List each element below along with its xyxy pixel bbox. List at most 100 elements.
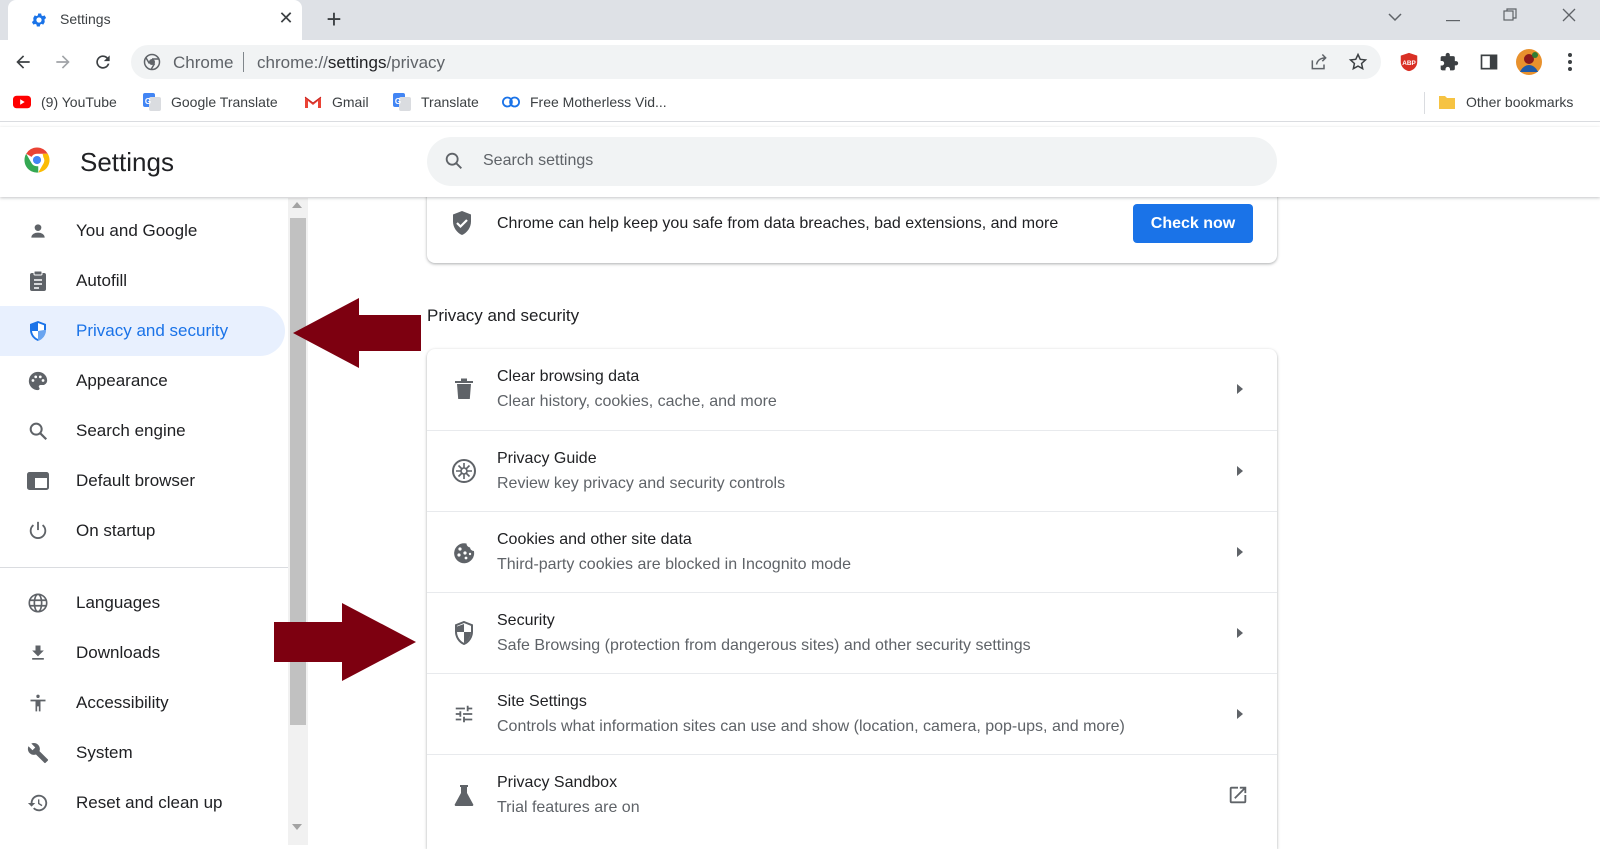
back-button[interactable]	[9, 48, 37, 76]
address-bar[interactable]: Chrome chrome://settings/privacy	[131, 45, 1381, 79]
settings-header: Settings	[0, 127, 1600, 197]
bookmarks-bar: (9) YouTube G Google Translate Gmail G T…	[0, 84, 1600, 122]
sidebar-item-languages[interactable]: Languages	[0, 578, 285, 628]
accessibility-icon	[26, 691, 50, 715]
clipboard-icon	[26, 269, 50, 293]
browser-window-icon	[26, 469, 50, 493]
annotation-arrow-right-icon	[274, 603, 416, 681]
bookmark-google-translate[interactable]: G Google Translate	[143, 93, 278, 111]
browser-toolbar: Chrome chrome://settings/privacy ABP	[0, 40, 1600, 84]
close-tab-icon[interactable]: ✕	[276, 8, 296, 28]
tab-strip: Settings ✕ +	[0, 0, 1600, 40]
sidebar-item-on-startup[interactable]: On startup	[0, 506, 285, 556]
svg-text:ABP: ABP	[1402, 60, 1416, 67]
reload-icon	[96, 55, 110, 69]
extensions-button[interactable]	[1435, 48, 1463, 76]
tab-settings[interactable]: Settings ✕	[8, 0, 302, 40]
safety-check-text: Chrome can help keep you safe from data …	[497, 215, 1059, 232]
row-cookies-and-site-data[interactable]: Cookies and other site data Third-party …	[427, 511, 1277, 592]
svg-text:G: G	[395, 97, 401, 106]
sidebar-item-accessibility[interactable]: Accessibility	[0, 678, 285, 728]
privacy-settings-list: Clear browsing data Clear history, cooki…	[427, 349, 1277, 849]
share-icon	[1311, 53, 1327, 70]
palette-icon	[26, 369, 50, 393]
restore-icon[interactable]	[1497, 6, 1523, 30]
youtube-icon	[13, 93, 31, 111]
bookmark-video-site[interactable]: Free Motherless Vid...	[502, 93, 667, 111]
sidebar-item-downloads[interactable]: Downloads	[0, 628, 285, 678]
person-icon	[26, 219, 50, 243]
window-close-icon[interactable]	[1556, 6, 1582, 30]
tune-icon	[451, 701, 477, 727]
trash-icon	[451, 376, 477, 402]
annotation-arrow-left-icon	[293, 298, 421, 368]
history-icon	[26, 791, 50, 815]
security-shield-icon	[451, 620, 477, 646]
chevron-right-icon	[1237, 384, 1243, 394]
puzzle-icon	[1440, 52, 1459, 71]
tab-title: Settings	[60, 11, 111, 27]
sidebar-item-autofill[interactable]: Autofill	[0, 256, 285, 306]
adblock-icon: ABP	[1400, 52, 1418, 72]
row-security[interactable]: Security Safe Browsing (protection from …	[427, 592, 1277, 673]
new-tab-button[interactable]: +	[320, 6, 348, 34]
scroll-down-arrow-icon[interactable]	[292, 824, 302, 830]
forward-button[interactable]	[49, 48, 77, 76]
settings-main: Chrome can help keep you safe from data …	[308, 187, 1600, 849]
forward-arrow-icon	[56, 55, 70, 69]
translate-icon: G	[393, 93, 411, 111]
folder-icon	[1438, 93, 1456, 111]
shield-icon	[26, 319, 50, 343]
compass-icon	[451, 458, 477, 484]
row-clear-browsing-data[interactable]: Clear browsing data Clear history, cooki…	[427, 349, 1277, 430]
sidebar-item-system[interactable]: System	[0, 728, 285, 778]
chevron-right-icon	[1237, 709, 1243, 719]
bookmark-gmail[interactable]: Gmail	[304, 93, 369, 111]
video-site-icon	[502, 93, 520, 111]
chevron-right-icon	[1237, 628, 1243, 638]
omnibox-separator	[243, 52, 244, 72]
check-now-button[interactable]: Check now	[1133, 204, 1253, 243]
scroll-up-arrow-icon[interactable]	[292, 202, 302, 208]
back-arrow-icon	[16, 55, 30, 69]
search-input[interactable]	[483, 148, 1183, 174]
sidebar-item-you-and-google[interactable]: You and Google	[0, 206, 285, 256]
adblock-extension-button[interactable]: ABP	[1395, 48, 1423, 76]
gmail-icon	[304, 93, 322, 111]
share-button[interactable]	[1307, 50, 1331, 74]
row-site-settings[interactable]: Site Settings Controls what information …	[427, 673, 1277, 754]
svg-text:G: G	[145, 97, 151, 106]
menu-button[interactable]	[1556, 48, 1584, 76]
section-title: Privacy and security	[427, 306, 580, 325]
sidebar-item-appearance[interactable]: Appearance	[0, 356, 285, 406]
side-panel-button[interactable]	[1475, 48, 1503, 76]
bookmark-star-button[interactable]	[1346, 50, 1370, 74]
sidebar-item-reset-and-clean-up[interactable]: Reset and clean up	[0, 778, 285, 828]
star-icon	[1348, 52, 1368, 71]
settings-sidebar: You and Google Autofill Privacy and secu…	[0, 198, 288, 845]
sidebar-item-privacy-and-security[interactable]: Privacy and security	[0, 306, 285, 356]
settings-search-box[interactable]	[427, 137, 1277, 186]
google-translate-icon: G	[143, 93, 161, 111]
side-panel-icon	[1480, 54, 1498, 70]
reload-button[interactable]	[89, 48, 117, 76]
page-title: Settings	[80, 147, 174, 177]
profile-button[interactable]	[1515, 48, 1543, 76]
omnibox-site-label: Chrome	[173, 53, 234, 72]
sidebar-item-search-engine[interactable]: Search engine	[0, 406, 285, 456]
minimize-icon[interactable]	[1440, 6, 1466, 30]
bookmarks-separator	[1424, 92, 1425, 114]
row-privacy-guide[interactable]: Privacy Guide Review key privacy and sec…	[427, 430, 1277, 511]
tab-search-icon[interactable]	[1382, 6, 1408, 30]
open-in-new-icon	[1229, 786, 1247, 804]
wrench-icon	[26, 741, 50, 765]
bookmark-youtube[interactable]: (9) YouTube	[13, 93, 117, 111]
bookmark-translate[interactable]: G Translate	[393, 93, 479, 111]
cookie-icon	[451, 539, 477, 565]
sidebar-item-default-browser[interactable]: Default browser	[0, 456, 285, 506]
url-text: chrome://settings/privacy	[257, 53, 446, 72]
kebab-menu-icon	[1568, 53, 1572, 71]
bookmark-other-folder[interactable]: Other bookmarks	[1438, 93, 1573, 111]
avatar	[1516, 49, 1542, 75]
row-privacy-sandbox[interactable]: Privacy Sandbox Trial features are on	[427, 754, 1277, 835]
